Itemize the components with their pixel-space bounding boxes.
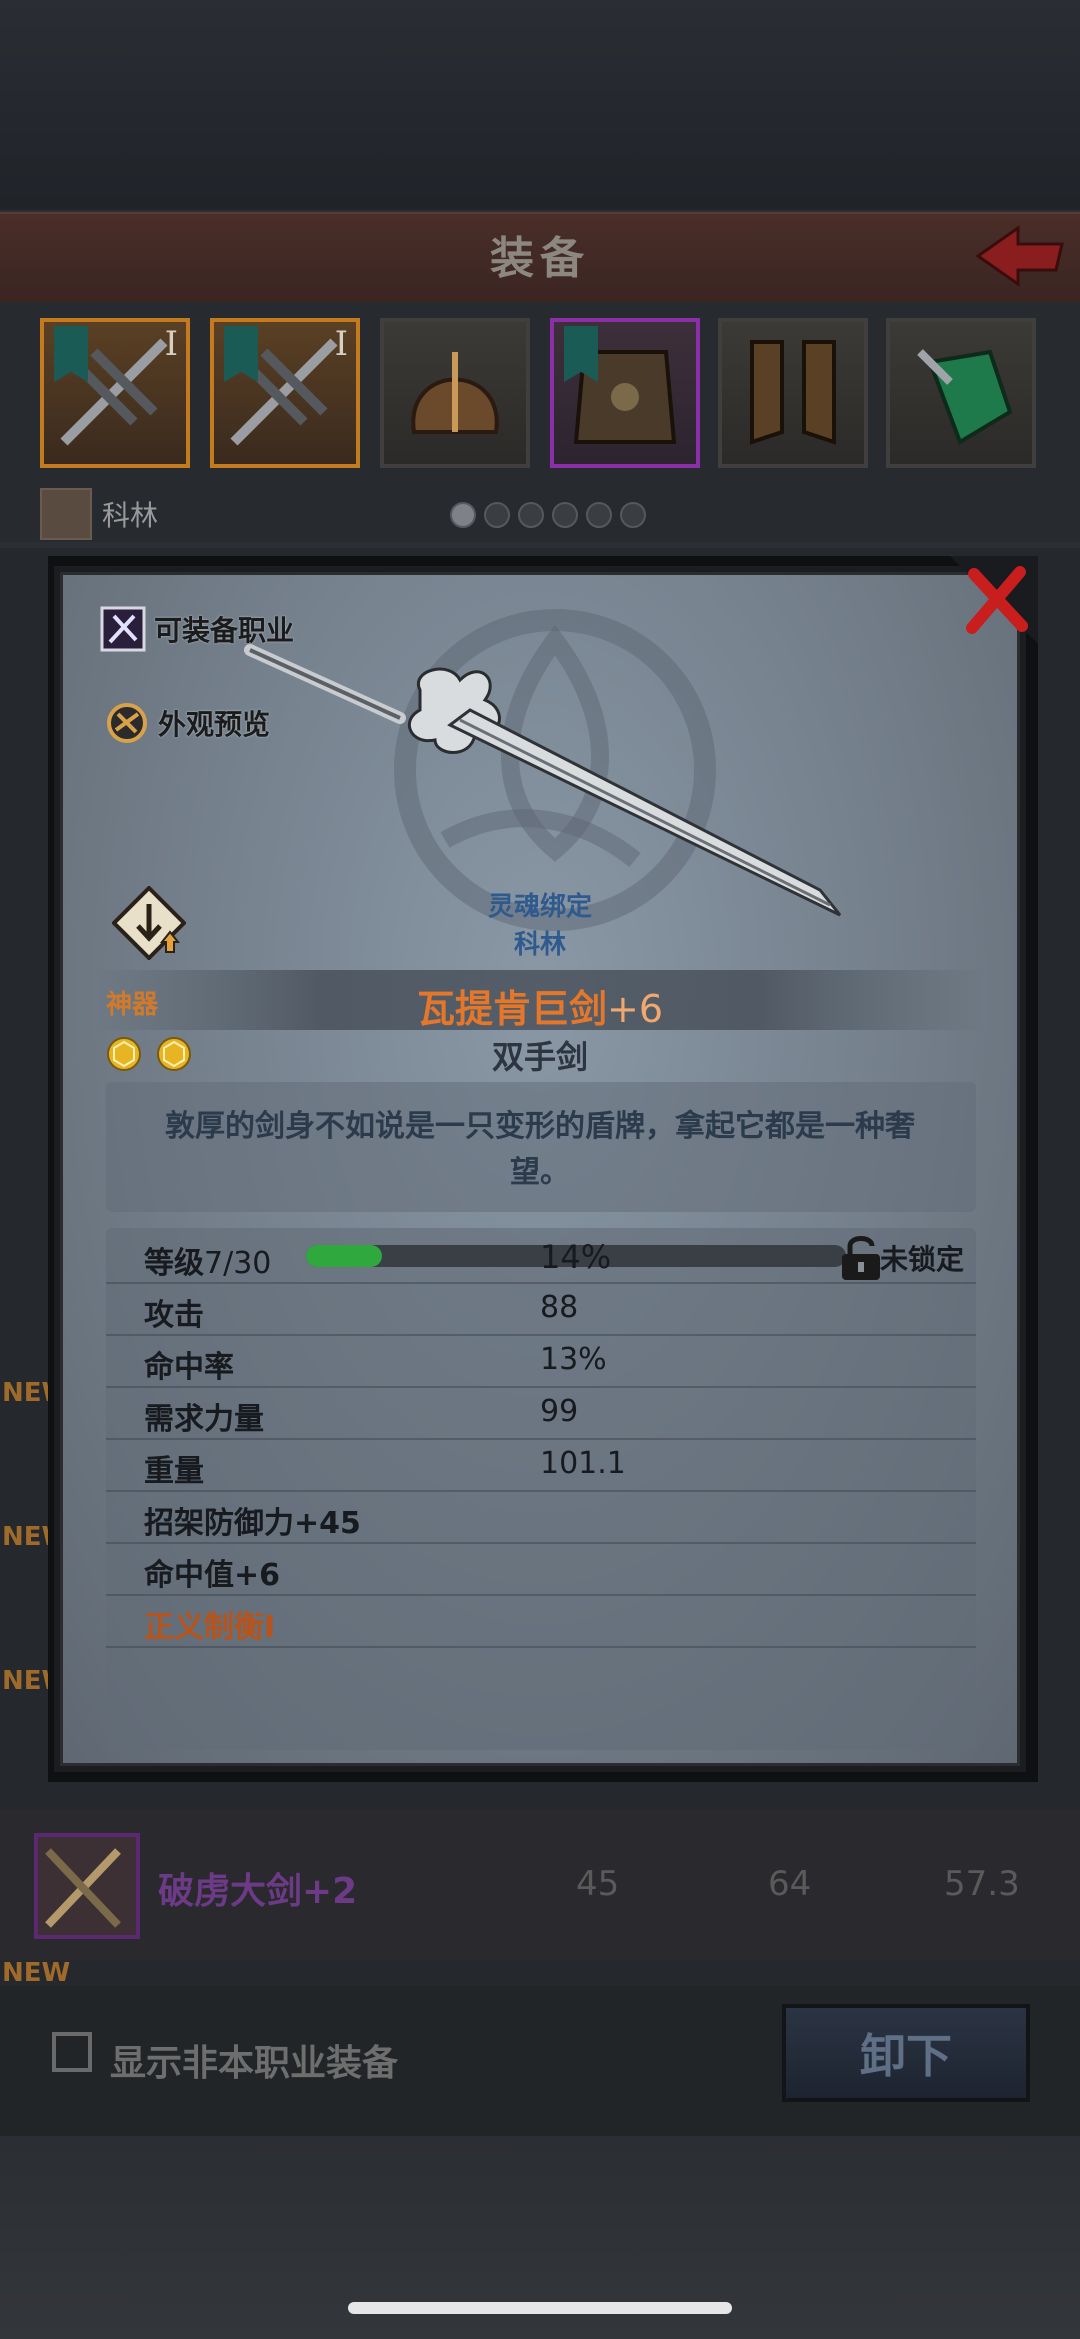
bonus-row: 命中值+6 [106,1544,976,1596]
unlocked-padlock-icon[interactable] [838,1232,884,1282]
equip-class-button[interactable]: 可装备职业 [100,606,294,652]
weapon-slot-1[interactable]: I [40,318,190,468]
avatar [40,488,92,540]
new-tag: NEW [2,1958,71,1988]
list-item-name: 破虏大剑+2 [158,1871,358,1912]
show-other-class-label: 显示非本职业装备 [110,2043,399,2084]
bonus-label: 招架防御力+45 [144,1506,361,1541]
level-label: 等级7/30 [144,1246,272,1281]
stat-value: 99 [540,1394,579,1429]
lock-status: 未锁定 [880,1243,965,1276]
equipment-icon [411,352,499,434]
boots-slot[interactable] [718,318,868,468]
stat-value: 88 [540,1290,579,1325]
item-name: 瓦提肯巨剑+6 [416,987,664,1031]
back-button[interactable] [970,220,1070,290]
bonus-row: 正义制衡I [106,1596,976,1648]
close-icon [950,556,1038,644]
page-dot[interactable] [620,502,646,528]
stat-row: 攻击 88 [106,1284,976,1336]
appearance-preview-button[interactable]: 外观预览 [104,700,270,746]
bonus-row: 招架防御力+45 [106,1492,976,1544]
appearance-icon [107,703,147,743]
close-button[interactable] [950,556,1038,644]
list-item-attack: 45 [576,1864,620,1904]
stat-label: 攻击 [144,1298,204,1333]
stat-label: 命中率 [144,1350,234,1385]
list-item-accuracy: 64 [768,1864,812,1904]
bonus-label: 命中值+6 [144,1558,281,1593]
equipment-icon [750,340,836,445]
stat-label: 需求力量 [144,1402,264,1437]
greatsword-image-icon [244,644,842,917]
stat-row: 需求力量 99 [106,1388,976,1440]
top-background [0,0,1080,210]
page-dot[interactable] [484,502,510,528]
show-other-class-checkbox[interactable] [52,2032,92,2072]
weapon-slot-2[interactable]: I [210,318,360,468]
stat-value: 101.1 [540,1446,626,1481]
page-title: 装备 [490,233,590,284]
stat-label: 重量 [144,1454,204,1489]
armor-slot[interactable] [550,318,700,468]
item-description: 敦厚的剑身不如说是一只变形的盾牌，拿起它都是一种奢望。 [165,1109,915,1190]
upgrade-icon[interactable] [112,886,186,960]
accessory-slot[interactable] [886,318,1036,468]
unequip-button[interactable]: 卸下 [782,2004,1030,2102]
page-dot[interactable] [518,502,544,528]
appearance-preview-label: 外观预览 [158,708,271,741]
character-info: 科林 [40,488,158,540]
helmet-slot[interactable] [380,318,530,468]
character-name: 科林 [102,499,159,532]
stat-row: 命中率 13% [106,1336,976,1388]
stat-row: 重量 101.1 [106,1440,976,1492]
back-arrow-icon [975,225,1064,287]
level-progress-fill [306,1245,382,1267]
tier-label: I [334,324,348,364]
page-dot[interactable] [586,502,612,528]
stat-value: 13% [540,1342,607,1377]
class-icon [100,606,146,652]
page-dot[interactable] [450,502,476,528]
home-indicator[interactable] [348,2302,732,2314]
bonus-label: 正义制衡I [144,1610,276,1645]
page-indicator [450,502,646,528]
item-type: 双手剑 [491,1038,588,1076]
list-item-weight: 57.3 [944,1864,1020,1904]
tier-label: I [164,324,178,364]
page-dot[interactable] [552,502,578,528]
sword-item-icon [34,1833,140,1939]
equipment-icon [917,349,1013,445]
level-percent: 14% [540,1238,612,1276]
equip-class-label: 可装备职业 [154,614,295,647]
